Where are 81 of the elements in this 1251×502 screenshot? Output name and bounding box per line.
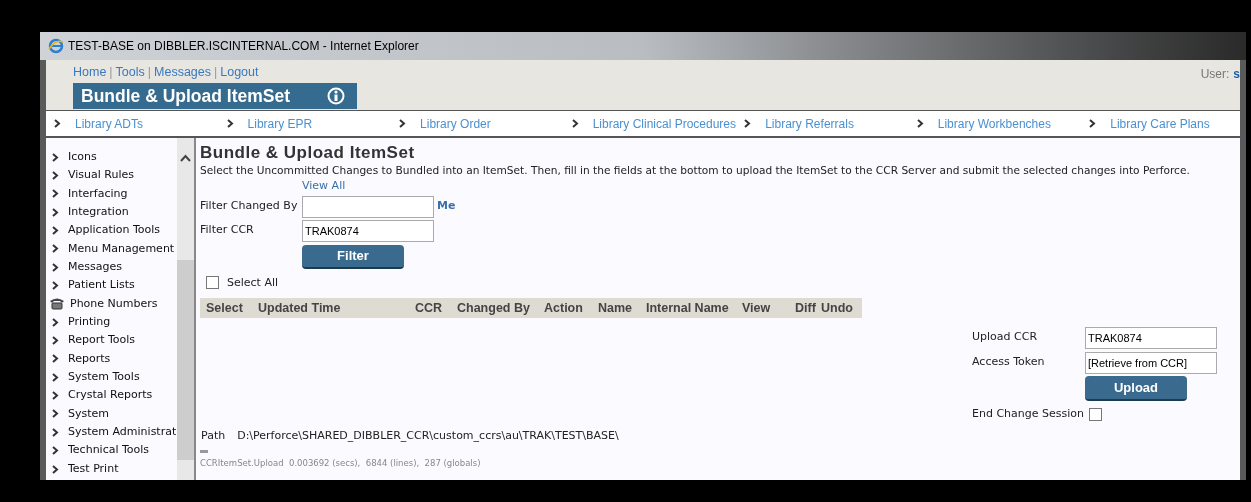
user-name[interactable]: s [1233, 65, 1240, 83]
chevron-icon [54, 119, 61, 128]
library-link[interactable]: Library Clinical Procedures [592, 114, 737, 133]
sidebar-item[interactable]: Reports [68, 350, 111, 368]
library-link[interactable]: Library Order [420, 114, 491, 133]
field-label: Filter CCR [200, 222, 255, 239]
library-link[interactable]: Library Referrals [765, 114, 854, 133]
path-value: D:\Perforce\SHARED_DIBBLER_CCR\custom_ccrs\au\TRAK\TEST\BASE\ [237, 427, 619, 444]
page-tab[interactable]: Bundle & Upload ItemSet [73, 83, 357, 109]
column-header: Undo [820, 299, 854, 317]
sidebar-item[interactable]: Phone Numbers [70, 295, 158, 313]
sidebar-item[interactable]: Patient Lists [68, 277, 135, 294]
library-link[interactable]: Library Workbenches [937, 114, 1051, 133]
sidebar-item[interactable]: Icons [68, 148, 97, 166]
end-change-session-label: End Change Session [972, 406, 1084, 422]
scroll-up-icon[interactable] [180, 154, 191, 162]
sidebar-item[interactable]: Messages [68, 259, 122, 276]
nav-link[interactable]: Tools [115, 63, 145, 82]
description-text: Select the Uncommitted Changes to Bundled into an ItemSet. Then, fill in the fields at the bottom to upload the ItemSet to the CCR Server and submit the selected changes into Perforce. [200, 163, 1191, 177]
browser-logo-icon [48, 38, 64, 54]
sidebar-item[interactable]: Crystal Reports [68, 387, 153, 404]
filter-button[interactable]: Filter [302, 244, 404, 269]
sidebar-item[interactable]: Interfacing [68, 185, 128, 203]
library-link[interactable]: Library Care Plans [1110, 114, 1210, 133]
chevron-icon [226, 119, 234, 128]
sidebar-item[interactable]: Technical Tools [68, 442, 150, 459]
library-link[interactable]: Library ADTs [75, 114, 144, 133]
checkbox[interactable] [1089, 407, 1102, 421]
sidebar-item[interactable]: Report Tools [68, 332, 136, 349]
field-label: Upload CCR [972, 329, 1039, 346]
chevron-icon [1089, 119, 1097, 128]
stats-text: CCRItemSet.Upload 0.003692 (secs), 6844 (lines), 287 (globals) [200, 457, 482, 470]
phone-icon [49, 297, 65, 311]
column-header: View [741, 299, 772, 317]
info-icon[interactable] [327, 87, 345, 105]
page-heading: Bundle & Upload ItemSet [200, 143, 416, 163]
separator: | [147, 64, 152, 81]
sidebar-item[interactable]: Visual Rules [68, 167, 134, 184]
sidebar-item[interactable]: System Tools [68, 369, 140, 386]
column-header: Internal Name [645, 299, 730, 317]
chevron-icon [916, 119, 924, 128]
select-all-label: Select All [227, 274, 279, 291]
sidebar-item[interactable]: Menu Management [68, 240, 175, 258]
upload-button[interactable]: Upload [1085, 376, 1187, 401]
upload-ccr-field[interactable]: TRAK0874 [1085, 326, 1217, 349]
chevron-icon [744, 119, 752, 128]
nav-link[interactable]: Messages [154, 63, 211, 82]
chevron-icon [399, 119, 407, 128]
chevron-icon [571, 119, 579, 128]
access-token-field[interactable]: [Retrieve from CCR] [1085, 351, 1217, 374]
scroll-thumb[interactable] [177, 260, 194, 460]
page-tab-title: Bundle & Upload ItemSet [81, 84, 291, 108]
path-label: Path [201, 427, 226, 444]
column-header: Diff [794, 299, 815, 317]
separator: | [214, 64, 218, 81]
column-header: Name [597, 299, 634, 317]
column-header: Changed By [456, 299, 531, 317]
scrollbar[interactable] [177, 138, 194, 480]
ccr-filter-field[interactable]: TRAK0874 [302, 219, 434, 242]
window-title: TEST-BASE on DIBBLER.ISCINTERNAL.COM - Internet Explorer [68, 38, 419, 55]
sidebar-item[interactable]: System Administrat [68, 424, 177, 441]
nav-link[interactable]: Logout [220, 63, 259, 82]
column-header: Select [205, 299, 244, 317]
view-all-link[interactable]: View All [302, 179, 346, 192]
user-label: User: [1200, 66, 1230, 83]
column-header: Action [543, 299, 584, 317]
me-link[interactable]: Me [437, 198, 456, 215]
column-header: Updated Time [257, 299, 342, 317]
field-label: Access Token [972, 354, 1046, 371]
sidebar-item[interactable]: Test Print [68, 460, 119, 478]
sidebar-item[interactable]: Application Tools [68, 222, 161, 239]
column-header: CCR [414, 299, 444, 317]
sidebar-item[interactable]: System [68, 405, 110, 423]
checkbox[interactable] [206, 276, 219, 290]
sidebar-item[interactable]: Integration [68, 203, 129, 221]
library-link[interactable]: Library EPR [247, 114, 313, 133]
field-label: Filter Changed By [200, 198, 299, 215]
sidebar-item[interactable]: Printing [68, 314, 111, 331]
nav-link[interactable]: Home [73, 63, 107, 82]
changed-by-field[interactable] [302, 195, 434, 218]
separator: | [109, 64, 113, 81]
